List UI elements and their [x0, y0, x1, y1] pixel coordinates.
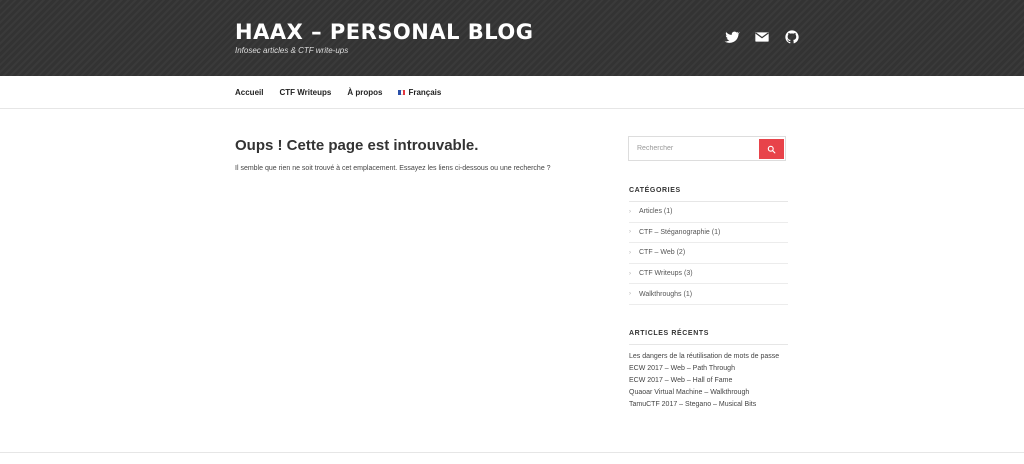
- france-flag-icon: [398, 90, 406, 95]
- recent-post-link[interactable]: ECW 2017 – Web – Path Through: [629, 363, 789, 375]
- site-title[interactable]: HAAX – PERSONAL BLOG: [235, 20, 534, 44]
- nav-item-a-propos[interactable]: À propos: [347, 88, 382, 97]
- divider: [629, 344, 788, 345]
- main-navigation: Accueil CTF Writeups À propos Français: [0, 76, 1024, 109]
- site-header: HAAX – PERSONAL BLOG Infosec articles & …: [0, 0, 1024, 76]
- category-link[interactable]: CTF – Stéganographie (1): [639, 229, 720, 236]
- list-item: › CTF – Stéganographie (1): [629, 223, 788, 244]
- search-button[interactable]: [759, 139, 784, 159]
- envelope-icon[interactable]: [754, 29, 770, 45]
- site-description: Infosec articles & CTF write-ups: [235, 46, 349, 55]
- list-item: › Walkthroughs (1): [629, 284, 788, 305]
- category-link[interactable]: Articles (1): [639, 208, 672, 215]
- chevron-right-icon: ›: [629, 229, 631, 236]
- list-item: › CTF Writeups (3): [629, 264, 788, 285]
- category-link[interactable]: CTF Writeups (3): [639, 270, 693, 277]
- page-title: Oups ! Cette page est introuvable.: [235, 137, 479, 154]
- categories-list: › Articles (1) › CTF – Stéganographie (1) …: [629, 202, 788, 305]
- github-icon[interactable]: [784, 29, 800, 45]
- search-input[interactable]: [629, 137, 759, 160]
- chevron-right-icon: ›: [629, 208, 631, 215]
- nav-item-label: Français: [408, 88, 442, 97]
- nav-item-label: À propos: [347, 88, 383, 97]
- not-found-message: Il semble que rien ne soit trouvé à cet …: [235, 165, 551, 172]
- categories-heading: CATÉGORIES: [629, 187, 681, 194]
- search-form: [628, 136, 786, 161]
- social-links: [724, 29, 800, 45]
- list-item: › CTF – Web (2): [629, 243, 788, 264]
- nav-item-accueil[interactable]: Accueil: [235, 88, 263, 97]
- nav-item-francais[interactable]: Français: [398, 88, 441, 97]
- category-link[interactable]: CTF – Web (2): [639, 249, 685, 256]
- recent-post-link[interactable]: Quaoar Virtual Machine – Walkthrough: [629, 387, 789, 399]
- recent-post-link[interactable]: ECW 2017 – Web – Hall of Fame: [629, 375, 789, 387]
- twitter-icon[interactable]: [724, 29, 740, 45]
- search-icon: [767, 145, 776, 153]
- chevron-right-icon: ›: [629, 249, 631, 256]
- category-link[interactable]: Walkthroughs (1): [639, 291, 692, 298]
- nav-item-label: CTF Writeups: [279, 88, 332, 97]
- nav-item-ctf-writeups[interactable]: CTF Writeups: [279, 88, 331, 97]
- nav-item-label: Accueil: [235, 88, 264, 97]
- recent-posts-list: Les dangers de la réutilisation de mots …: [629, 351, 789, 411]
- recent-post-link[interactable]: Les dangers de la réutilisation de mots …: [629, 351, 789, 363]
- chevron-right-icon: ›: [629, 291, 631, 298]
- footer-divider: [0, 452, 1024, 453]
- chevron-right-icon: ›: [629, 270, 631, 277]
- list-item: › Articles (1): [629, 202, 788, 223]
- recent-posts-heading: ARTICLES RÉCENTS: [629, 330, 709, 337]
- recent-post-link[interactable]: TamuCTF 2017 – Stegano – Musical Bits: [629, 399, 789, 411]
